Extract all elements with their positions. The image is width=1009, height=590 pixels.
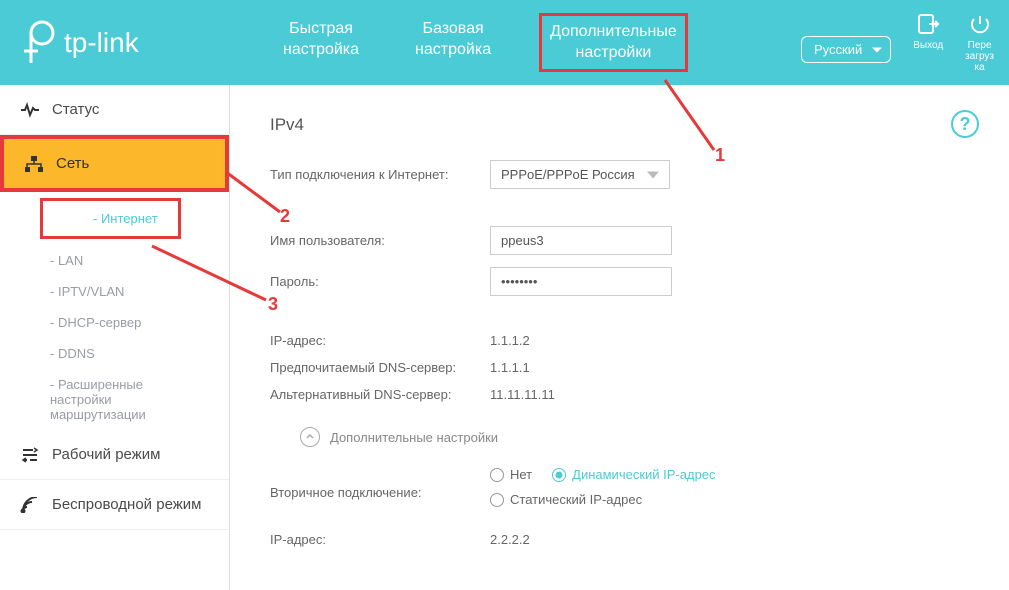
radio-none-label: Нет — [510, 467, 532, 482]
password-label: Пароль: — [270, 274, 490, 289]
row-conn-type: Тип подключения к Интернет: PPPoE/PPPoE … — [270, 160, 969, 189]
nav-tabs: Быстрая настройка Базовая настройка Допо… — [275, 13, 688, 73]
secondary-label: Вторичное подключение: — [270, 485, 490, 500]
sidebar-sub-dhcp[interactable]: - DHCP-сервер — [0, 307, 229, 338]
row-ip: IP-адрес: 1.1.1.2 — [270, 333, 969, 348]
sidebar-item-wireless[interactable]: Беспроводной режим — [0, 480, 229, 530]
reboot-icon — [968, 12, 992, 36]
row-password: Пароль: — [270, 267, 969, 296]
wireless-label: Беспроводной режим — [52, 496, 201, 513]
expand-advanced[interactable]: Дополнительные настройки — [300, 427, 969, 447]
status-icon — [20, 102, 40, 118]
expand-label: Дополнительные настройки — [330, 430, 498, 445]
mode-icon — [20, 447, 40, 463]
sidebar-item-network[interactable]: Сеть — [0, 135, 229, 192]
row-dns1: Предпочитаемый DNS-сервер: 1.1.1.1 — [270, 360, 969, 375]
tab-quick-setup[interactable]: Быстрая настройка — [275, 13, 367, 73]
ip-value: 1.1.1.2 — [490, 333, 530, 348]
password-input[interactable] — [490, 267, 672, 296]
row-dns2: Альтернативный DNS-сервер: 11.11.11.11 — [270, 387, 969, 402]
tab-basic-setup[interactable]: Базовая настройка — [407, 13, 499, 73]
sidebar-sub-routing[interactable]: - Расширенные настройки маршрутизации — [0, 369, 229, 430]
ip2-value: 2.2.2.2 — [490, 532, 530, 547]
language-select[interactable]: Русский — [801, 36, 891, 63]
dns1-label: Предпочитаемый DNS-сервер: — [270, 360, 490, 375]
conn-type-select[interactable]: PPPoE/PPPoE Россия — [490, 160, 670, 189]
dns1-value: 1.1.1.1 — [490, 360, 530, 375]
mode-label: Рабочий режим — [52, 446, 160, 463]
sidebar-sub-iptv[interactable]: - IPTV/VLAN — [0, 276, 229, 307]
logo: tp-link — [0, 19, 230, 67]
annotation-1: 1 — [715, 145, 725, 166]
expand-icon — [300, 427, 320, 447]
brand-text: tp-link — [64, 27, 139, 59]
logout-button[interactable]: Выход — [913, 12, 943, 51]
status-label: Статус — [52, 101, 99, 118]
section-title: IPv4 — [270, 115, 969, 135]
sidebar-item-mode[interactable]: Рабочий режим — [0, 430, 229, 480]
main-container: Статус Сеть - Интернет - LAN - IPTV/VLAN… — [0, 85, 1009, 590]
row-username: Имя пользователя: — [270, 226, 969, 255]
row-secondary-conn: Вторичное подключение: Нет Динамический … — [270, 467, 969, 517]
network-icon — [24, 156, 44, 172]
sidebar-sub-ddns[interactable]: - DDNS — [0, 338, 229, 369]
content-area: ? IPv4 Тип подключения к Интернет: PPPoE… — [230, 85, 1009, 590]
username-input[interactable] — [490, 226, 672, 255]
ip2-label: IP-адрес: — [270, 532, 490, 547]
tab-advanced-setup[interactable]: Дополнительные настройки — [539, 13, 688, 73]
conn-type-label: Тип подключения к Интернет: — [270, 167, 490, 182]
reboot-button[interactable]: Пере загруз ка — [965, 12, 994, 73]
logout-icon — [916, 12, 940, 36]
dns2-label: Альтернативный DNS-сервер: — [270, 387, 490, 402]
sidebar: Статус Сеть - Интернет - LAN - IPTV/VLAN… — [0, 85, 230, 590]
reboot-label: Пере загруз ка — [965, 40, 994, 73]
dns2-value: 11.11.11.11 — [490, 387, 555, 402]
radio-dynamic[interactable] — [552, 468, 566, 482]
ip-label: IP-адрес: — [270, 333, 490, 348]
radio-static-label: Статический IP-адрес — [510, 492, 642, 507]
row-ip2: IP-адрес: 2.2.2.2 — [270, 532, 969, 547]
annotation-2: 2 — [280, 206, 290, 227]
sidebar-sub-internet[interactable]: - Интернет — [40, 198, 181, 239]
logout-label: Выход — [913, 40, 943, 51]
sidebar-item-status[interactable]: Статус — [0, 85, 229, 135]
header: tp-link Быстрая настройка Базовая настро… — [0, 0, 1009, 85]
tplink-logo-icon — [20, 19, 56, 67]
radio-none[interactable] — [490, 468, 504, 482]
annotation-3: 3 — [268, 294, 278, 315]
header-right: Русский Выход Пере загруз ка — [801, 12, 994, 73]
radio-dynamic-label: Динамический IP-адрес — [572, 467, 715, 482]
wireless-icon — [20, 497, 40, 513]
help-button[interactable]: ? — [951, 110, 979, 138]
network-label: Сеть — [56, 155, 89, 172]
username-label: Имя пользователя: — [270, 233, 490, 248]
radio-static[interactable] — [490, 493, 504, 507]
sidebar-sub-lan[interactable]: - LAN — [0, 245, 229, 276]
